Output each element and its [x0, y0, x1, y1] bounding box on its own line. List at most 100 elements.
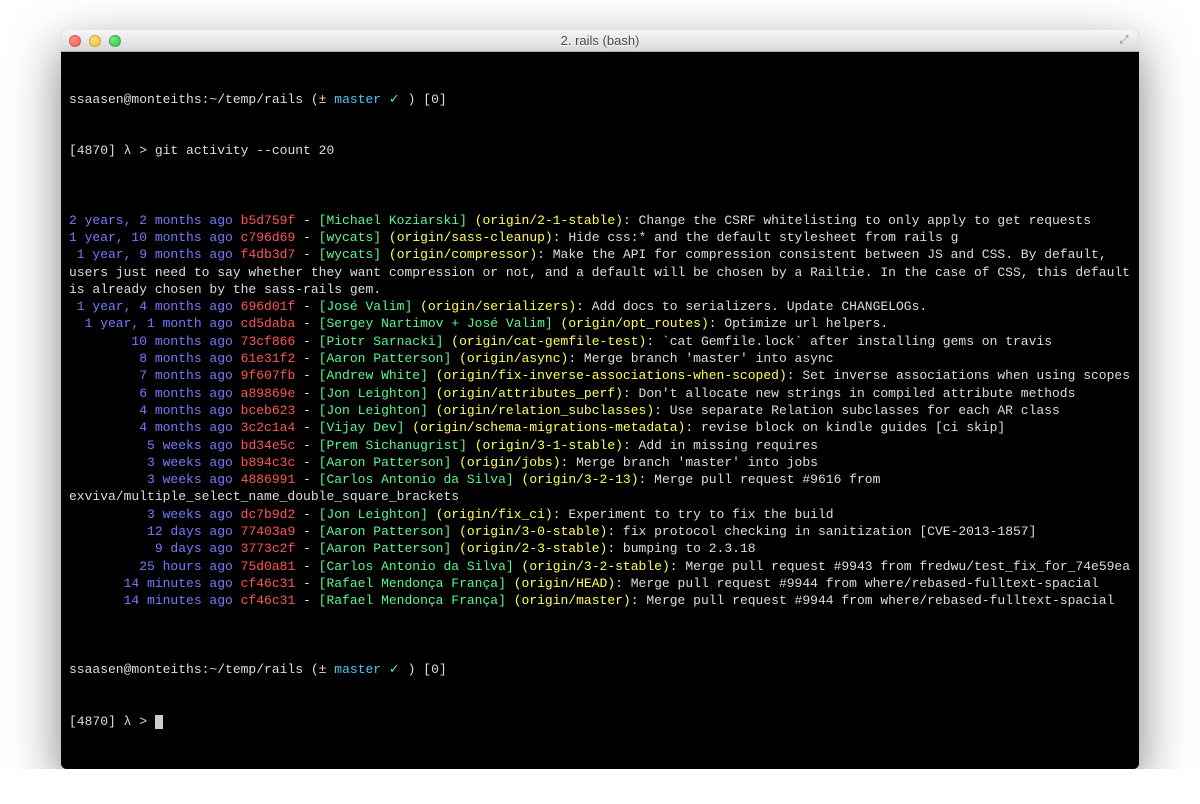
commit-age: 5 weeks ago: [69, 438, 233, 453]
separator: -: [295, 403, 318, 418]
commit-branch: (origin/3-2-stable): [522, 559, 670, 574]
commit-hash: 4886991: [241, 472, 296, 487]
commit-age: 3 weeks ago: [69, 507, 233, 522]
commit-branch: (origin/serializers): [420, 299, 576, 314]
git-activity-row: 4 months ago bceb623 - [Jon Leighton] (o…: [69, 402, 1131, 419]
commit-hash: f4db3d7: [241, 247, 296, 262]
commit-age: 14 minutes ago: [69, 593, 233, 608]
git-activity-row: 3 weeks ago 4886991 - [Carlos Antonio da…: [69, 471, 1131, 506]
git-activity-row: 12 days ago 77403a9 - [Aaron Patterson] …: [69, 523, 1131, 540]
prompt-host: ssaasen@monteiths:~/temp/rails: [69, 92, 303, 107]
commit-message: : Use separate Relation subclasses for e…: [654, 403, 1060, 418]
prompt-check-icon: ✓: [389, 92, 400, 107]
separator: -: [295, 524, 318, 539]
git-activity-row: 6 months ago a89869e - [Jon Leighton] (o…: [69, 385, 1131, 402]
prompt-lambda: [4870] λ >: [69, 714, 155, 729]
commit-author: [Carlos Antonio da Silva]: [319, 559, 514, 574]
prompt-host: ssaasen@monteiths:~/temp/rails: [69, 662, 303, 677]
prompt-git-open: (: [311, 92, 319, 107]
commit-age: 6 months ago: [69, 386, 233, 401]
commit-author: [Sergey Nartimov + José Valim]: [319, 316, 553, 331]
commit-age: 1 year, 10 months ago: [69, 230, 233, 245]
commit-hash: cf46c31: [241, 576, 296, 591]
commit-author: [José Valim]: [319, 299, 413, 314]
commit-age: 4 months ago: [69, 403, 233, 418]
zoom-icon[interactable]: [109, 35, 121, 47]
separator: -: [295, 299, 318, 314]
git-activity-output: 2 years, 2 months ago b5d759f - [Michael…: [69, 212, 1131, 610]
commit-branch: (origin/compressor): [389, 247, 537, 262]
commit-age: 12 days ago: [69, 524, 233, 539]
commit-message: : Merge pull request #9943 from fredwu/t…: [670, 559, 1130, 574]
commit-hash: 3773c2f: [241, 541, 296, 556]
commit-branch: (origin/attributes_perf): [436, 386, 623, 401]
separator: -: [295, 507, 318, 522]
commit-hash: bd34e5c: [241, 438, 296, 453]
terminal-window: 2. rails (bash) ⤢ ssaasen@monteiths:~/te…: [61, 30, 1139, 769]
commit-age: 1 year, 9 months ago: [69, 247, 233, 262]
commit-age: 10 months ago: [69, 334, 233, 349]
prompt-git-open: (: [311, 662, 319, 677]
window-title: 2. rails (bash): [561, 33, 640, 48]
resize-icon[interactable]: ⤢: [1117, 34, 1131, 48]
separator: -: [295, 472, 318, 487]
commit-author: [Andrew White]: [319, 368, 428, 383]
commit-branch: (origin/cat-gemfile-test): [451, 334, 646, 349]
commit-author: [Jon Leighton]: [319, 403, 428, 418]
commit-author: [Vijay Dev]: [319, 420, 405, 435]
separator: -: [295, 351, 318, 366]
git-activity-row: 2 years, 2 months ago b5d759f - [Michael…: [69, 212, 1131, 229]
commit-branch: (origin/sass-cleanup): [389, 230, 553, 245]
commit-age: 3 weeks ago: [69, 455, 233, 470]
git-activity-row: 3 weeks ago b894c3c - [Aaron Patterson] …: [69, 454, 1131, 471]
commit-hash: 696d01f: [241, 299, 296, 314]
commit-hash: c796d69: [241, 230, 296, 245]
title-bar[interactable]: 2. rails (bash) ⤢: [61, 30, 1139, 52]
terminal-body[interactable]: ssaasen@monteiths:~/temp/rails (± master…: [61, 52, 1139, 769]
commit-message: : `cat Gemfile.lock` after installing ge…: [646, 334, 1052, 349]
commit-message: : Add docs to serializers. Update CHANGE…: [576, 299, 927, 314]
prompt-branch: master: [334, 92, 381, 107]
commit-age: 8 months ago: [69, 351, 233, 366]
commit-branch: (origin/fix_ci): [436, 507, 553, 522]
separator: -: [295, 230, 318, 245]
prompt-line-2: ssaasen@monteiths:~/temp/rails (± master…: [69, 661, 1131, 678]
prompt-status: [0]: [423, 662, 446, 677]
commit-message: : Optimize url helpers.: [709, 316, 888, 331]
commit-author: [wycats]: [319, 247, 381, 262]
commit-branch: (origin/3-1-stable): [475, 438, 623, 453]
commit-author: [Prem Sichanugrist]: [319, 438, 467, 453]
minimize-icon[interactable]: [89, 35, 101, 47]
commit-branch: (origin/3-0-stable): [459, 524, 607, 539]
commit-hash: cd5daba: [241, 316, 296, 331]
commit-author: [Carlos Antonio da Silva]: [319, 472, 514, 487]
git-activity-row: 1 year, 10 months ago c796d69 - [wycats]…: [69, 229, 1131, 246]
commit-message: : Merge pull request #9944 from where/re…: [631, 593, 1115, 608]
commit-hash: 61e31f2: [241, 351, 296, 366]
commit-branch: (origin/opt_routes): [561, 316, 709, 331]
commit-age: 1 year, 1 month ago: [69, 316, 233, 331]
commit-message: : Add in missing requires: [623, 438, 818, 453]
commit-hash: a89869e: [241, 386, 296, 401]
commit-author: [Rafael Mendonça França]: [319, 576, 506, 591]
git-activity-row: 25 hours ago 75d0a81 - [Carlos Antonio d…: [69, 558, 1131, 575]
commit-branch: (origin/HEAD): [514, 576, 615, 591]
close-icon[interactable]: [69, 35, 81, 47]
commit-branch: (origin/fix-inverse-associations-when-sc…: [436, 368, 787, 383]
separator: -: [295, 576, 318, 591]
git-activity-row: 4 months ago 3c2c1a4 - [Vijay Dev] (orig…: [69, 419, 1131, 436]
separator: -: [295, 213, 318, 228]
commit-branch: (origin/relation_subclasses): [436, 403, 654, 418]
commit-author: [Jon Leighton]: [319, 386, 428, 401]
commit-age: 3 weeks ago: [69, 472, 233, 487]
git-activity-row: 3 weeks ago dc7b9d2 - [Jon Leighton] (or…: [69, 506, 1131, 523]
separator: -: [295, 455, 318, 470]
commit-author: [wycats]: [319, 230, 381, 245]
commit-message: : Hide css:* and the default stylesheet …: [553, 230, 959, 245]
command-line-1: [4870] λ > git activity --count 20: [69, 142, 1131, 159]
separator: -: [295, 368, 318, 383]
window-controls: [69, 35, 121, 47]
separator: -: [295, 438, 318, 453]
commit-age: 4 months ago: [69, 420, 233, 435]
commit-message: : bumping to 2.3.18: [607, 541, 755, 556]
